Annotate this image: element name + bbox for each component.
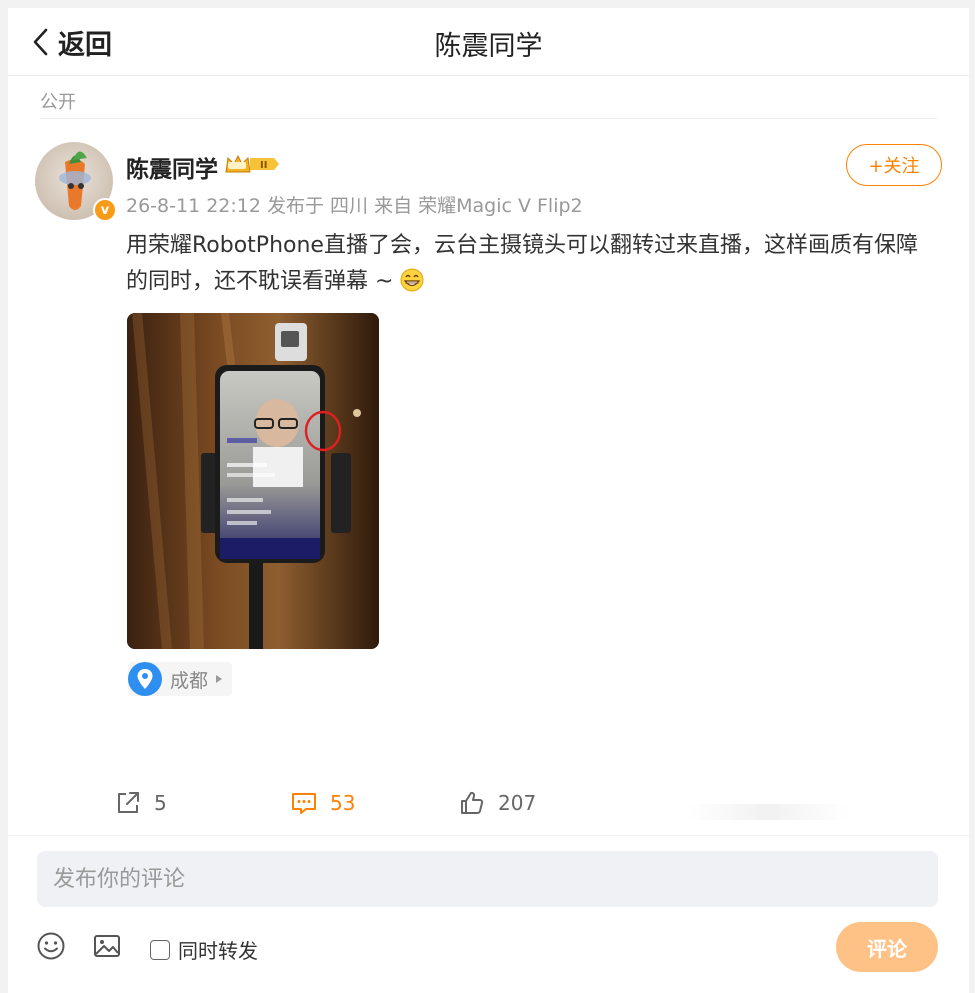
repost-checkbox-label: 同时转发 bbox=[178, 939, 258, 963]
divider bbox=[40, 118, 937, 119]
vip-level-label: II bbox=[260, 160, 267, 171]
emoji-icon[interactable] bbox=[36, 931, 66, 961]
grin-emoji-icon bbox=[400, 268, 424, 292]
vip-crown-icon: II bbox=[225, 154, 279, 173]
action-bar: 5 53 207 bbox=[8, 783, 969, 833]
post-body: 用荣耀RobotPhone直播了会，云台主摄镜头可以翻转过来直播，这样画质有保障… bbox=[126, 228, 934, 300]
submit-comment-button[interactable]: 评论 bbox=[836, 922, 938, 972]
author-name[interactable]: 陈震同学 bbox=[126, 150, 218, 184]
post-text: 用荣耀RobotPhone直播了会，云台主摄镜头可以翻转过来直播，这样画质有保障… bbox=[126, 233, 918, 294]
checkbox-box[interactable] bbox=[150, 939, 170, 960]
author-avatar[interactable]: v bbox=[35, 142, 117, 222]
divider bbox=[8, 835, 969, 836]
weibo-post-page: 返回 陈震同学 公开 v 陈震同学 II +关注 26-8-11 22:12 发… bbox=[8, 8, 969, 993]
verified-badge-icon: v bbox=[93, 198, 117, 222]
like-button[interactable]: 207 bbox=[458, 789, 536, 817]
visibility-label: 公开 bbox=[40, 92, 76, 113]
repost-count: 5 bbox=[154, 791, 167, 815]
comment-icon bbox=[292, 793, 316, 814]
comment-button[interactable]: 53 bbox=[290, 789, 355, 817]
location-tag[interactable]: 成都 bbox=[128, 662, 232, 696]
repost-checkbox[interactable]: 同时转发 bbox=[150, 935, 258, 964]
post-meta: 26-8-11 22:12 发布于 四川 来自 荣耀Magic V Flip2 bbox=[126, 195, 583, 217]
location-label: 成都 bbox=[170, 669, 209, 692]
post-image[interactable] bbox=[127, 313, 379, 649]
chevron-right-icon bbox=[216, 675, 223, 683]
top-bar: 返回 陈震同学 bbox=[8, 8, 969, 76]
page-title: 陈震同学 bbox=[434, 31, 543, 62]
comment-count: 53 bbox=[330, 791, 356, 815]
like-count: 207 bbox=[498, 791, 537, 815]
repost-button[interactable]: 5 bbox=[114, 789, 167, 817]
share-icon bbox=[118, 792, 139, 813]
follow-button[interactable]: +关注 bbox=[846, 144, 942, 186]
image-icon[interactable] bbox=[92, 931, 122, 961]
location-pin-icon bbox=[128, 662, 162, 696]
comment-input[interactable] bbox=[37, 851, 938, 907]
fade-decoration bbox=[688, 804, 848, 820]
thumbs-up-icon bbox=[461, 791, 484, 814]
